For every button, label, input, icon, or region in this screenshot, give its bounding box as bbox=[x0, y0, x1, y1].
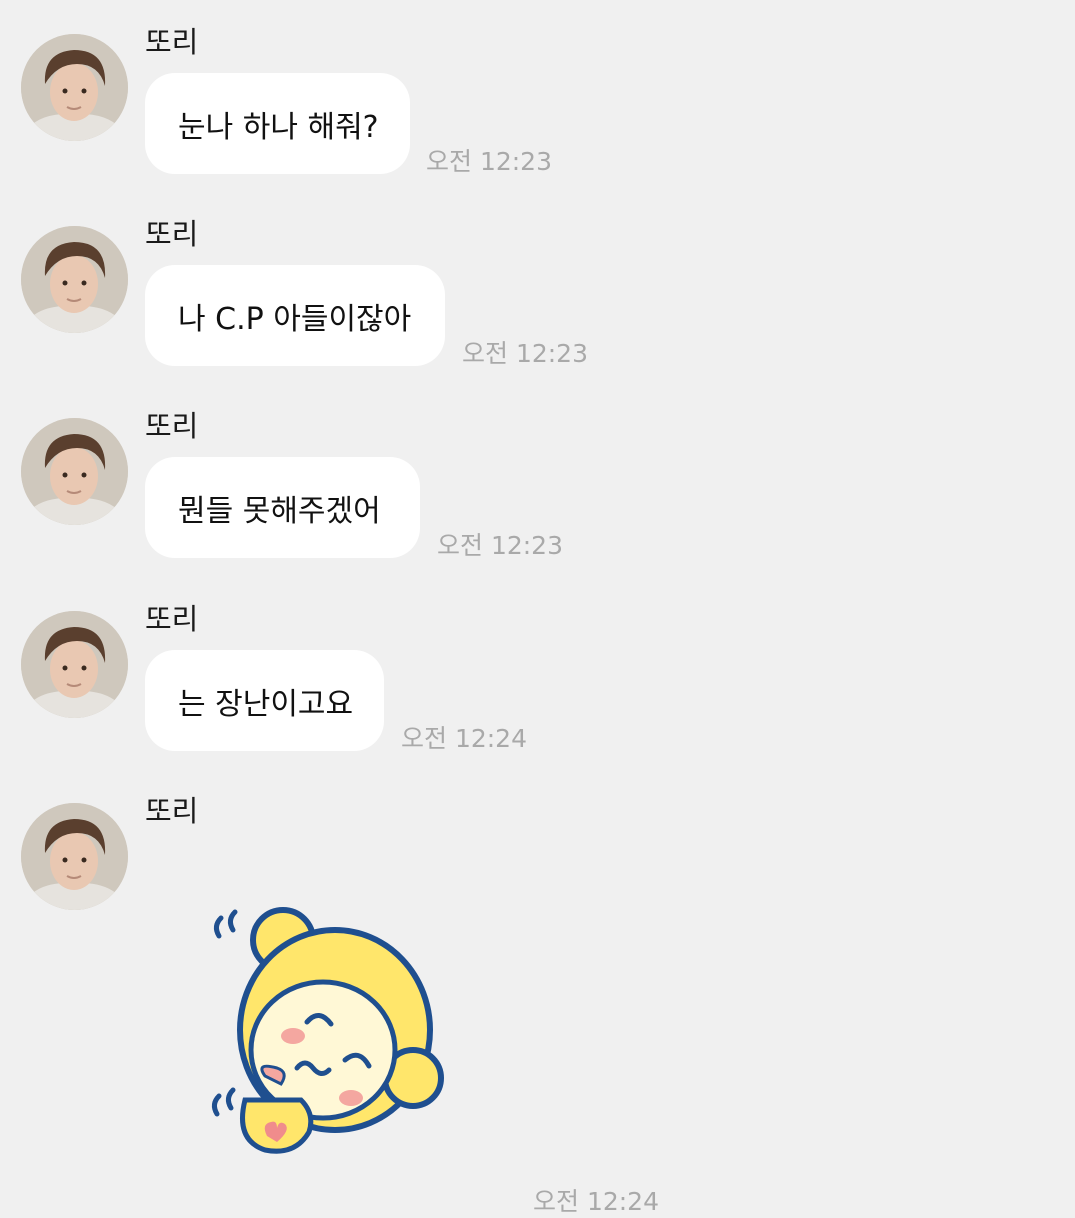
message-time: 오전 12:23 bbox=[426, 147, 552, 176]
avatar[interactable] bbox=[21, 803, 128, 910]
chat-message: 또리 뭔들 못해주겠어 오전 12:23 bbox=[0, 409, 1075, 608]
message-bubble[interactable]: 나 C.P 아들이잖아 bbox=[145, 265, 445, 366]
message-text: 나 C.P 아들이잖아 bbox=[178, 301, 412, 337]
message-time: 오전 12:23 bbox=[437, 531, 563, 560]
message-time: 오전 12:24 bbox=[401, 724, 527, 753]
chat-message: 또리 나 C.P 아들이잖아 오전 12:23 bbox=[0, 217, 1075, 416]
message-time: 오전 12:24 bbox=[533, 1187, 659, 1216]
message-bubble[interactable]: 눈나 하나 해줘? bbox=[145, 73, 410, 174]
avatar[interactable] bbox=[21, 226, 128, 333]
message-text: 뭔들 못해주겠어 bbox=[178, 493, 381, 529]
message-time: 오전 12:23 bbox=[462, 339, 588, 368]
avatar[interactable] bbox=[21, 611, 128, 718]
chat-message: 또리 bbox=[0, 794, 1075, 993]
message-bubble[interactable]: 뭔들 못해주겠어 bbox=[145, 457, 420, 558]
chat-message: 또리 눈나 하나 해줘? 오전 12:23 bbox=[0, 25, 1075, 224]
avatar[interactable] bbox=[21, 34, 128, 141]
sender-name: 또리 bbox=[145, 25, 199, 59]
sender-name: 또리 bbox=[145, 409, 199, 443]
avatar[interactable] bbox=[21, 418, 128, 525]
message-text: 눈나 하나 해줘? bbox=[178, 109, 379, 145]
sender-name: 또리 bbox=[145, 794, 199, 828]
message-text: 는 장난이고요 bbox=[178, 686, 354, 722]
chat-message: 또리 는 장난이고요 오전 12:24 bbox=[0, 602, 1075, 801]
message-bubble[interactable]: 는 장난이고요 bbox=[145, 650, 384, 751]
sender-name: 또리 bbox=[145, 217, 199, 251]
sleeping-character-sticker[interactable] bbox=[205, 900, 455, 1170]
sender-name: 또리 bbox=[145, 602, 199, 636]
